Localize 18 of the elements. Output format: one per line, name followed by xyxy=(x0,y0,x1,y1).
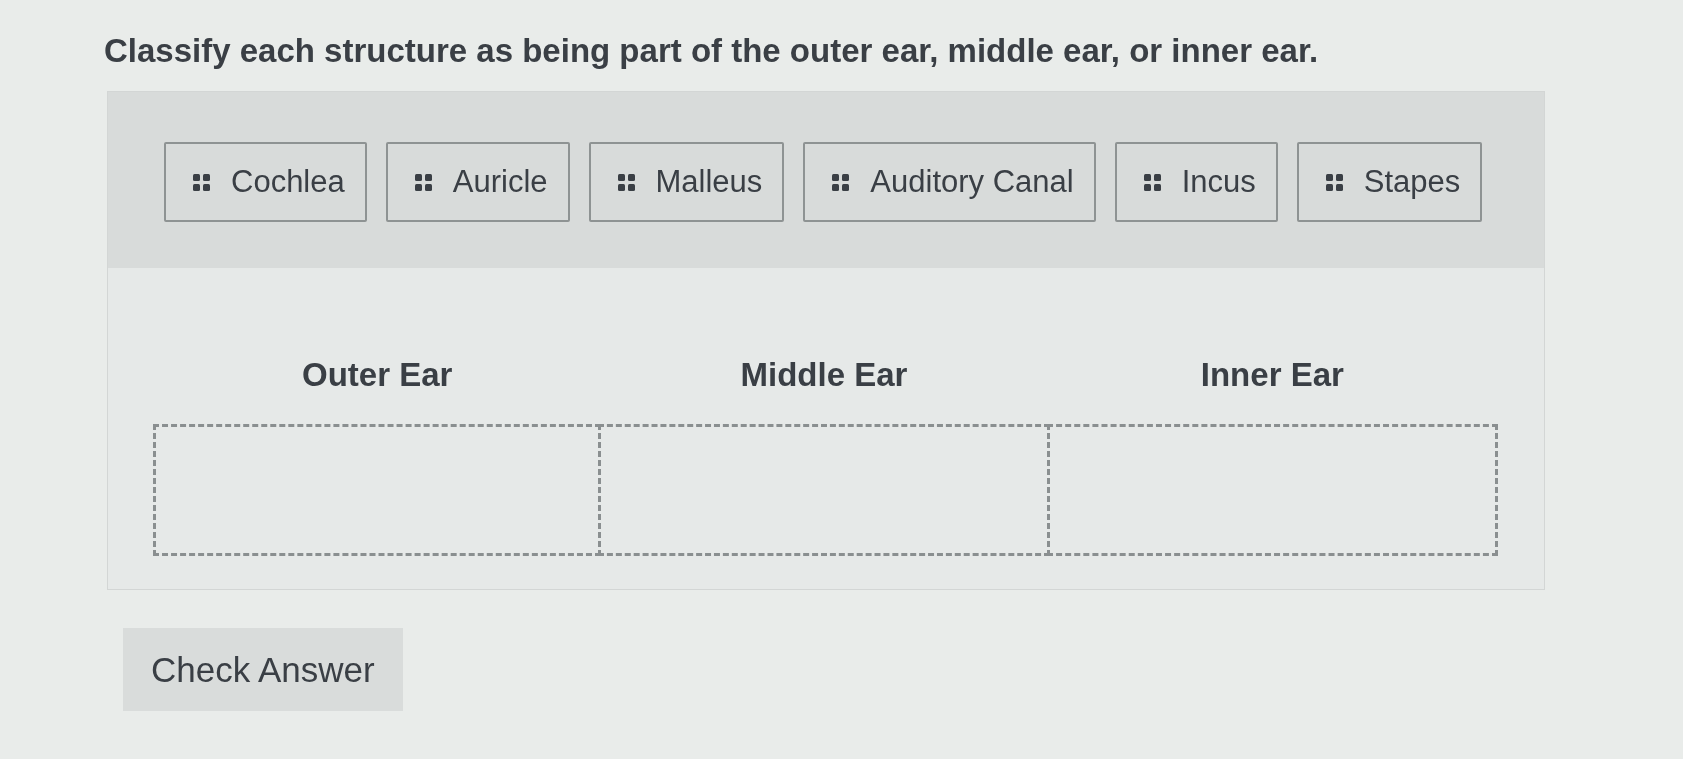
category-heading: Middle Ear xyxy=(740,356,908,394)
grip-icon xyxy=(617,173,635,191)
draggable-item[interactable]: Auricle xyxy=(385,142,570,222)
check-answer-button[interactable]: Check Answer xyxy=(123,628,403,711)
grip-icon xyxy=(414,173,432,191)
draggable-item[interactable]: Auditory Canal xyxy=(803,142,1096,222)
draggable-item[interactable]: Stapes xyxy=(1296,142,1483,222)
draggable-item[interactable]: Incus xyxy=(1114,142,1278,222)
drop-zone[interactable] xyxy=(598,424,1050,556)
grip-icon xyxy=(1143,173,1161,191)
draggable-item[interactable]: Malleus xyxy=(588,142,785,222)
category-heading: Inner Ear xyxy=(1200,356,1344,394)
grip-icon xyxy=(193,173,210,191)
question-text: Classify each structure as being part of the outer ear, middle ear, or inner ear. xyxy=(104,32,1320,70)
draggable-item[interactable]: Cochlea xyxy=(164,142,367,222)
grip-icon xyxy=(1325,173,1343,191)
category-heading: Outer Ear xyxy=(301,356,453,394)
grip-icon xyxy=(832,173,850,191)
